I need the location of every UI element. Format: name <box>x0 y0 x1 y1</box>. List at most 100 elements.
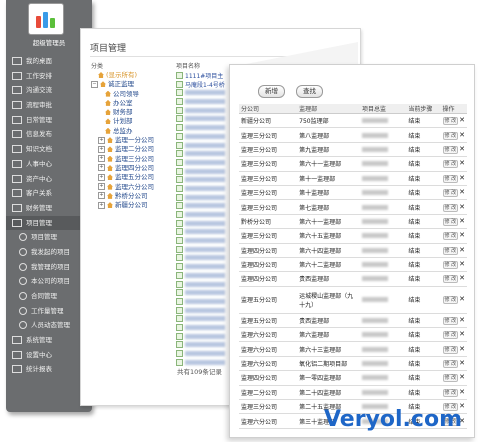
tree-node[interactable]: (显示所有) <box>91 71 175 80</box>
checkbox[interactable] <box>176 98 183 106</box>
delete-icon[interactable]: ✕ <box>459 316 465 324</box>
tree-node[interactable]: + 监理二分公司 <box>91 145 175 154</box>
delete-icon[interactable]: ✕ <box>459 330 465 338</box>
checkbox[interactable] <box>176 106 183 114</box>
edit-button[interactable]: 修 改 <box>442 331 459 340</box>
list-item[interactable] <box>176 306 236 315</box>
list-item[interactable] <box>176 314 236 323</box>
edit-button[interactable]: 修 改 <box>442 275 459 284</box>
delete-icon[interactable]: ✕ <box>459 388 465 396</box>
checkbox[interactable] <box>176 158 183 166</box>
delete-icon[interactable]: ✕ <box>459 274 465 282</box>
checkbox[interactable] <box>176 289 183 297</box>
checkbox[interactable] <box>176 89 183 97</box>
expand-icon[interactable]: + <box>98 164 105 172</box>
delete-icon[interactable]: ✕ <box>459 231 465 239</box>
search-button[interactable]: 查找 <box>296 85 323 98</box>
list-item[interactable] <box>176 349 236 358</box>
checkbox[interactable] <box>176 358 183 366</box>
list-item[interactable] <box>176 184 236 193</box>
list-item[interactable] <box>176 288 236 297</box>
list-item[interactable] <box>176 114 236 123</box>
checkbox[interactable] <box>176 245 183 253</box>
checkbox[interactable] <box>176 280 183 288</box>
list-item[interactable] <box>176 332 236 341</box>
list-item[interactable] <box>176 227 236 236</box>
list-item[interactable] <box>176 219 236 228</box>
edit-button[interactable]: 修 改 <box>442 360 459 369</box>
list-item[interactable] <box>176 297 236 306</box>
checkbox[interactable] <box>176 124 183 132</box>
checkbox[interactable] <box>176 150 183 158</box>
tree-node[interactable]: − 诚正监理 <box>91 80 175 89</box>
list-item[interactable] <box>176 236 236 245</box>
checkbox[interactable] <box>176 254 183 262</box>
list-item[interactable] <box>176 193 236 202</box>
checkbox[interactable] <box>176 80 183 88</box>
list-item[interactable] <box>176 201 236 210</box>
list-item[interactable] <box>176 175 236 184</box>
checkbox[interactable] <box>176 132 183 140</box>
delete-icon[interactable]: ✕ <box>459 373 465 381</box>
checkbox[interactable] <box>176 263 183 271</box>
tree-node[interactable]: 办公室 <box>91 99 175 108</box>
list-item[interactable] <box>176 106 236 115</box>
list-item[interactable] <box>176 245 236 254</box>
delete-icon[interactable]: ✕ <box>459 131 465 139</box>
checkbox[interactable] <box>176 332 183 340</box>
tree-node[interactable]: 公司领导 <box>91 90 175 99</box>
tree-node[interactable]: 总监办 <box>91 127 175 136</box>
edit-button[interactable]: 修 改 <box>442 374 459 383</box>
checkbox[interactable] <box>176 297 183 305</box>
tree-node[interactable]: + 监理一分公司 <box>91 136 175 145</box>
delete-icon[interactable]: ✕ <box>459 246 465 254</box>
list-item[interactable] <box>176 141 236 150</box>
expand-icon[interactable]: + <box>98 192 105 200</box>
edit-button[interactable]: 修 改 <box>442 388 459 397</box>
collapse-icon[interactable]: − <box>91 80 98 88</box>
checkbox[interactable] <box>176 167 183 175</box>
edit-button[interactable]: 修 改 <box>442 345 459 354</box>
edit-button[interactable]: 修 改 <box>442 145 459 154</box>
list-item[interactable] <box>176 340 236 349</box>
expand-icon[interactable]: + <box>98 183 105 191</box>
list-item[interactable] <box>176 323 236 332</box>
checkbox[interactable] <box>176 306 183 314</box>
tree-node[interactable]: + 黔桥分公司 <box>91 192 175 201</box>
list-item[interactable] <box>176 132 236 141</box>
checkbox[interactable] <box>176 141 183 149</box>
checkbox[interactable] <box>176 271 183 279</box>
delete-icon[interactable]: ✕ <box>459 203 465 211</box>
list-item[interactable] <box>176 97 236 106</box>
delete-icon[interactable]: ✕ <box>459 295 465 303</box>
checkbox[interactable] <box>176 202 183 210</box>
delete-icon[interactable]: ✕ <box>459 174 465 182</box>
expand-icon[interactable]: + <box>98 155 105 163</box>
edit-button[interactable]: 修 改 <box>442 131 459 140</box>
checkbox[interactable] <box>176 176 183 184</box>
expand-icon[interactable]: + <box>98 136 105 144</box>
list-item[interactable]: 1111#项目主 <box>176 71 236 80</box>
delete-icon[interactable]: ✕ <box>459 188 465 196</box>
list-item[interactable] <box>176 149 236 158</box>
tree-node[interactable]: + 新疆分公司 <box>91 201 175 210</box>
delete-icon[interactable]: ✕ <box>459 217 465 225</box>
list-item[interactable] <box>176 262 236 271</box>
list-item[interactable] <box>176 271 236 280</box>
checkbox[interactable] <box>176 72 183 79</box>
edit-button[interactable]: 修 改 <box>442 160 459 169</box>
edit-button[interactable]: 修 改 <box>442 296 459 305</box>
edit-button[interactable]: 修 改 <box>442 203 459 212</box>
edit-button[interactable]: 修 改 <box>442 217 459 226</box>
tree-node[interactable]: + 监理五分公司 <box>91 173 175 182</box>
expand-icon[interactable]: + <box>98 145 105 153</box>
edit-button[interactable]: 修 改 <box>442 189 459 198</box>
checkbox[interactable] <box>176 350 183 357</box>
delete-icon[interactable]: ✕ <box>459 145 465 153</box>
list-item[interactable] <box>176 123 236 132</box>
delete-icon[interactable]: ✕ <box>459 345 465 353</box>
list-item[interactable] <box>176 253 236 262</box>
checkbox[interactable] <box>176 211 183 218</box>
checkbox[interactable] <box>176 237 183 245</box>
list-item[interactable]: 马庵段1-4号桥 <box>176 80 236 89</box>
